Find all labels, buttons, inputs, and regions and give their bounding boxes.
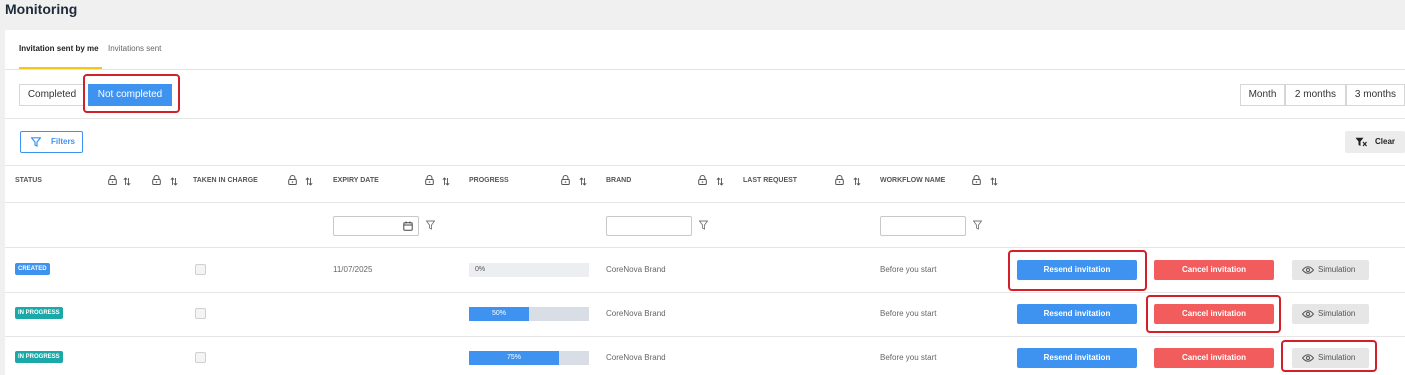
progress-label: 0% bbox=[475, 266, 486, 273]
sort-icon[interactable] bbox=[853, 177, 861, 186]
column-header-workflow-name[interactable]: WORKFLOW NAME bbox=[880, 177, 945, 184]
progress-label: 50% bbox=[491, 310, 506, 317]
highlight-cancel-invitation bbox=[1146, 295, 1281, 333]
workflow-name-cell: Before you start bbox=[880, 265, 937, 274]
progress-bar: 50% bbox=[469, 307, 589, 321]
highlight-not-completed bbox=[83, 74, 180, 113]
monitoring-panel: Invitation sent by me Invitations sent C… bbox=[5, 30, 1405, 375]
active-tab-indicator bbox=[19, 67, 102, 69]
expiry-date-filter-input[interactable] bbox=[333, 216, 419, 236]
period-month[interactable]: Month bbox=[1240, 84, 1285, 106]
column-header-status[interactable]: STATUS bbox=[15, 177, 42, 184]
sort-icon[interactable] bbox=[123, 177, 131, 186]
tab-invitation-sent-by-me[interactable]: Invitation sent by me bbox=[19, 44, 99, 53]
eye-icon bbox=[1302, 310, 1314, 318]
lock-icon[interactable] bbox=[425, 175, 434, 185]
sort-icon[interactable] bbox=[716, 177, 724, 186]
brand-cell: CoreNova Brand bbox=[606, 353, 666, 362]
workflow-name-cell: Before you start bbox=[880, 309, 937, 318]
eye-icon bbox=[1302, 266, 1314, 274]
cancel-invitation-button[interactable]: Cancel invitation bbox=[1154, 348, 1274, 368]
brand-cell: CoreNova Brand bbox=[606, 265, 666, 274]
lock-icon[interactable] bbox=[288, 175, 297, 185]
tab-bar: Invitation sent by me Invitations sent bbox=[5, 30, 1405, 70]
sort-icon[interactable] bbox=[170, 177, 178, 186]
simulation-label: Simulation bbox=[1318, 309, 1356, 318]
clear-label: Clear bbox=[1375, 137, 1396, 146]
highlight-simulation bbox=[1281, 340, 1377, 372]
simulation-button[interactable]: Simulation bbox=[1292, 260, 1369, 280]
tab-invitations-sent[interactable]: Invitations sent bbox=[108, 44, 161, 53]
column-header-last-request[interactable]: LAST REQUEST bbox=[743, 177, 797, 184]
lock-icon[interactable] bbox=[698, 175, 707, 185]
column-header-brand[interactable]: BRAND bbox=[606, 177, 631, 184]
divider bbox=[5, 247, 1405, 248]
completed-toggle[interactable]: Completed bbox=[19, 84, 85, 106]
progress-label: 75% bbox=[506, 354, 521, 361]
divider bbox=[5, 202, 1405, 203]
sort-icon[interactable] bbox=[990, 177, 998, 186]
resend-invitation-button[interactable]: Resend invitation bbox=[1017, 304, 1137, 324]
lock-icon[interactable] bbox=[561, 175, 570, 185]
funnel-icon bbox=[31, 137, 41, 147]
column-header-taken-in-charge[interactable]: TAKEN IN CHARGE bbox=[193, 177, 258, 184]
funnel-clear-icon bbox=[1355, 137, 1367, 147]
resend-invitation-button[interactable]: Resend invitation bbox=[1017, 348, 1137, 368]
sort-icon[interactable] bbox=[579, 177, 587, 186]
divider bbox=[5, 292, 1405, 293]
sort-icon[interactable] bbox=[305, 177, 313, 186]
expiry-date-cell: 11/07/2025 bbox=[333, 265, 373, 274]
divider bbox=[5, 336, 1405, 337]
column-header-expiry-date[interactable]: EXPIRY DATE bbox=[333, 177, 379, 184]
status-badge: CREATED bbox=[15, 263, 50, 275]
status-badge: IN PROGRESS bbox=[15, 351, 63, 363]
cancel-invitation-button[interactable]: Cancel invitation bbox=[1154, 260, 1274, 280]
column-filter-icon[interactable] bbox=[973, 220, 982, 230]
simulation-label: Simulation bbox=[1318, 265, 1356, 274]
simulation-button[interactable]: Simulation bbox=[1292, 304, 1369, 324]
column-filter-icon[interactable] bbox=[426, 220, 435, 230]
progress-bar: 0% bbox=[469, 263, 589, 277]
column-filter-icon[interactable] bbox=[699, 220, 708, 230]
lock-icon[interactable] bbox=[835, 175, 844, 185]
period-2-months[interactable]: 2 months bbox=[1285, 84, 1346, 106]
lock-icon[interactable] bbox=[972, 175, 981, 185]
brand-filter-input[interactable] bbox=[606, 216, 692, 236]
period-3-months[interactable]: 3 months bbox=[1346, 84, 1405, 106]
filters-button[interactable]: Filters bbox=[20, 131, 83, 153]
sort-icon[interactable] bbox=[442, 177, 450, 186]
divider bbox=[5, 165, 1405, 166]
taken-in-charge-checkbox[interactable] bbox=[195, 308, 206, 319]
page-title: Monitoring bbox=[5, 1, 78, 17]
status-badge: IN PROGRESS bbox=[15, 307, 63, 319]
calendar-icon[interactable] bbox=[403, 221, 413, 231]
taken-in-charge-checkbox[interactable] bbox=[195, 264, 206, 275]
workflow-name-cell: Before you start bbox=[880, 353, 937, 362]
taken-in-charge-checkbox[interactable] bbox=[195, 352, 206, 363]
workflow-name-filter-input[interactable] bbox=[880, 216, 966, 236]
brand-cell: CoreNova Brand bbox=[606, 309, 666, 318]
clear-filters-button[interactable]: Clear bbox=[1345, 131, 1405, 153]
column-header-progress[interactable]: PROGRESS bbox=[469, 177, 509, 184]
highlight-resend-invitation bbox=[1008, 250, 1147, 291]
filters-label: Filters bbox=[51, 137, 76, 146]
lock-icon[interactable] bbox=[108, 175, 117, 185]
lock-icon[interactable] bbox=[152, 175, 161, 185]
progress-bar: 75% bbox=[469, 351, 589, 365]
divider bbox=[5, 118, 1405, 119]
